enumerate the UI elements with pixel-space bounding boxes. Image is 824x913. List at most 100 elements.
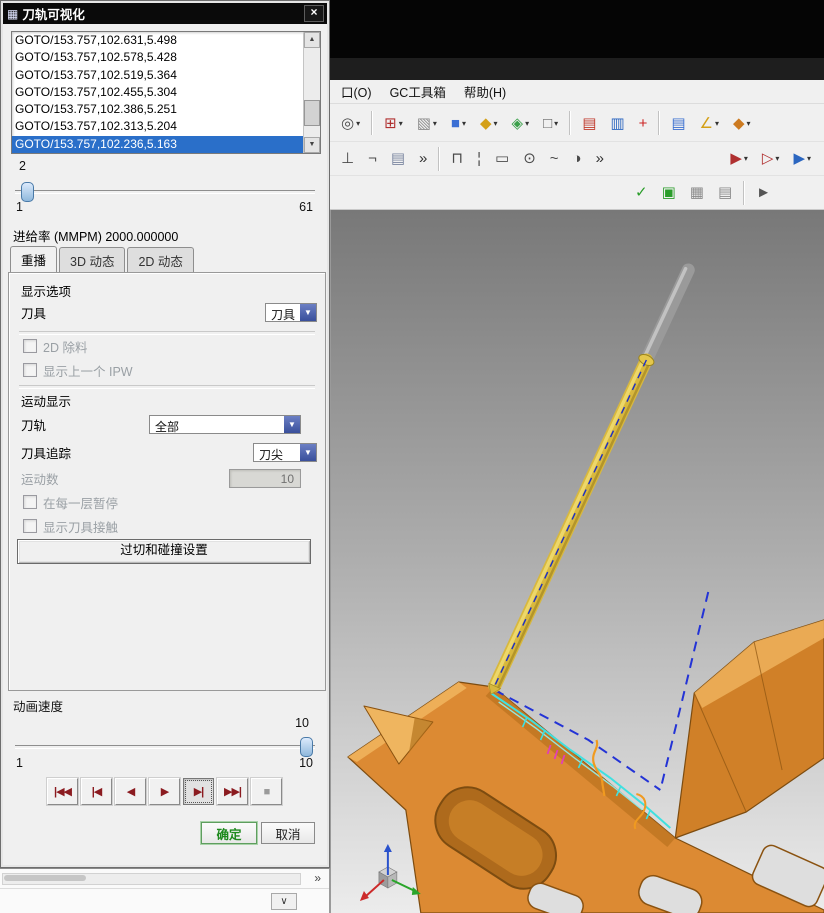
datum-plane-icon[interactable]: ◆ ▾ xyxy=(475,108,503,138)
verify-workpiece-icon[interactable]: ▣ xyxy=(657,178,681,208)
paste-display-icon[interactable]: ▥ xyxy=(605,108,629,138)
scroll-down-icon[interactable]: ▼ xyxy=(304,137,320,153)
view-orient-icon[interactable]: ◈ ▾ xyxy=(507,108,535,138)
go-to-end-button[interactable]: ▶▶| xyxy=(217,778,248,805)
menu-gc-toolbox[interactable]: GC工具箱 xyxy=(381,80,455,103)
snap-spline-icon[interactable]: ~ xyxy=(545,144,564,174)
note-icon[interactable]: ▤ xyxy=(386,144,410,174)
checkbox-box[interactable] xyxy=(23,495,37,509)
snap-endpoint-icon[interactable]: ⊓ xyxy=(446,144,468,174)
checkbox-show-ipw[interactable]: 显示上一个 IPW xyxy=(23,361,133,379)
divider xyxy=(0,888,329,889)
animation-speed-value: 10 xyxy=(295,716,309,730)
checkbox-box[interactable] xyxy=(23,339,37,353)
tracking-combo[interactable]: 刀尖 ▼ xyxy=(253,442,317,462)
snap-center-icon[interactable]: ⊙ xyxy=(518,144,541,174)
goto-list-item[interactable]: GOTO/153.757,102.519,5.364 xyxy=(12,67,303,84)
postprocess-icon[interactable]: ▶ ▾ xyxy=(788,144,816,174)
snap-bounded-icon[interactable]: ▭ xyxy=(490,144,514,174)
verify-grid-icon[interactable]: ▦ xyxy=(685,178,709,208)
dialog-buttons: 确定 取消 xyxy=(3,822,327,846)
tab-replay[interactable]: 重播 xyxy=(10,246,58,273)
replay-toolpath-icon[interactable]: ▷ ▾ xyxy=(757,144,785,174)
scroll-up-icon[interactable]: ▲ xyxy=(304,32,320,48)
speed-min-label: 1 xyxy=(16,756,23,770)
erase-icon[interactable]: ▧ ▾ xyxy=(412,108,442,138)
measure-icon[interactable]: ◆ ▾ xyxy=(728,108,756,138)
go-to-start-button[interactable]: |◀◀ xyxy=(47,778,78,805)
goto-list-item[interactable]: GOTO/153.757,102.578,5.428 xyxy=(12,49,303,66)
play-forward-button[interactable]: ▶ xyxy=(149,778,180,805)
goto-list-item[interactable]: GOTO/153.757,102.631,5.498 xyxy=(12,32,303,49)
more-snaps-icon[interactable]: » xyxy=(591,144,609,174)
tab-2d-dynamic[interactable]: 2D 动态 xyxy=(127,247,194,272)
overflow-chevron-icon[interactable]: » xyxy=(314,871,321,885)
toolpath-combo-arrow-icon[interactable]: ▼ xyxy=(284,415,300,433)
wcs-origin-icon[interactable]: + xyxy=(634,108,653,138)
dialog-titlebar[interactable]: ▦ 刀轨可视化 × xyxy=(3,3,327,24)
goto-list-item[interactable]: GOTO/153.757,102.386,5.251 xyxy=(12,101,303,118)
toolbar-separator xyxy=(371,111,374,135)
scrollbar-track[interactable] xyxy=(304,48,320,137)
snap-midpoint-icon[interactable]: ¦ xyxy=(472,144,486,174)
checkbox-pause-each-level[interactable]: 在每一层暂停 xyxy=(23,493,118,511)
close-button[interactable]: × xyxy=(304,5,324,22)
tool-label: 刀具 xyxy=(21,306,47,321)
toolbar-separator xyxy=(658,111,661,135)
panel-expander-button[interactable]: ∨ xyxy=(271,893,297,910)
animation-speed-slider[interactable] xyxy=(15,736,315,757)
checkbox-label: 显示刀具接触 xyxy=(43,520,119,535)
progress-slider-track[interactable] xyxy=(15,190,315,194)
checkbox-show-contact[interactable]: 显示刀具接触 xyxy=(23,517,118,535)
layer-settings-icon[interactable]: ▤ xyxy=(666,108,690,138)
checkbox-box[interactable] xyxy=(23,519,37,533)
tool-combo-arrow-icon[interactable]: ▼ xyxy=(300,303,316,321)
top-face-icon[interactable]: ¬ xyxy=(363,144,382,174)
horizontal-scrollbar[interactable] xyxy=(2,873,301,885)
goto-list-item[interactable]: GOTO/153.757,102.236,5.163 xyxy=(12,135,303,153)
menu-window[interactable]: 口(O) xyxy=(332,80,381,103)
verify-check-icon[interactable]: ✓ xyxy=(630,178,653,208)
motion-count-field[interactable]: 10 xyxy=(229,468,301,488)
speed-slider-track[interactable] xyxy=(15,745,315,749)
blank-view-icon[interactable]: □ ▾ xyxy=(538,108,563,138)
step-forward-button[interactable]: ▶| xyxy=(183,778,214,805)
toolbar-separator xyxy=(569,111,572,135)
solid-body-icon[interactable]: ■ ▾ xyxy=(446,108,471,138)
selection-scope-icon[interactable]: ⊥ xyxy=(336,144,359,174)
tab-3d-dynamic[interactable]: 3D 动态 xyxy=(59,247,126,272)
find-icon[interactable]: ◎ ▾ xyxy=(336,108,365,138)
cancel-button[interactable]: 取消 xyxy=(261,822,315,844)
goto-list-item[interactable]: GOTO/153.757,102.455,5.304 xyxy=(12,84,303,101)
toolbar-separator xyxy=(743,180,746,205)
machine-flag-icon[interactable]: ► xyxy=(751,178,776,208)
step-back-button[interactable]: |◀ xyxy=(81,778,112,805)
snap-quadrant-icon[interactable]: ◑ xyxy=(568,144,587,174)
scrollbar-thumb[interactable] xyxy=(304,99,320,126)
play-backward-button[interactable]: ◀ xyxy=(115,778,146,805)
checkbox-box[interactable] xyxy=(23,363,37,377)
tool-combo[interactable]: 刀具 ▼ xyxy=(265,302,317,322)
horizontal-scrollbar-thumb[interactable] xyxy=(4,875,86,881)
point-dialog-icon[interactable]: ⊞ ▾ xyxy=(379,108,408,138)
stop-button[interactable]: ■ xyxy=(251,778,282,805)
speed-slider-handle[interactable] xyxy=(300,737,313,757)
csys-orient-icon[interactable]: ∠ ▾ xyxy=(695,108,724,138)
graphics-window[interactable] xyxy=(330,210,824,913)
toolpath-combo[interactable]: 全部 ▼ xyxy=(149,414,301,434)
copy-display-icon[interactable]: ▤ xyxy=(577,108,601,138)
goto-list-item[interactable]: GOTO/153.757,102.313,5.204 xyxy=(12,118,303,135)
list-scrollbar[interactable]: ▲ ▼ xyxy=(303,32,320,153)
progress-slider[interactable] xyxy=(15,181,315,202)
checkbox-label: 在每一层暂停 xyxy=(43,496,119,511)
ok-button[interactable]: 确定 xyxy=(201,822,257,844)
menu-help[interactable]: 帮助(H) xyxy=(455,80,515,103)
gouge-collision-settings-button[interactable]: 过切和碰撞设置 xyxy=(17,539,311,564)
generate-toolpath-icon[interactable]: ▶ ▾ xyxy=(725,144,753,174)
verify-list-icon[interactable]: ▤ xyxy=(713,178,737,208)
progress-slider-handle[interactable] xyxy=(21,182,34,202)
more-commands-icon[interactable]: » xyxy=(414,144,432,174)
checkbox-2d-removal[interactable]: 2D 除料 xyxy=(23,337,87,355)
tracking-combo-value: 刀尖 xyxy=(259,447,284,461)
tracking-combo-arrow-icon[interactable]: ▼ xyxy=(300,443,316,461)
